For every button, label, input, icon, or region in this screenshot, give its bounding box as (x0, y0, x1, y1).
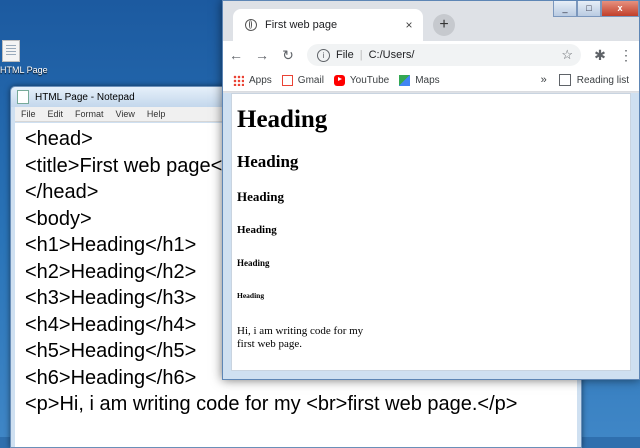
document-icon (2, 40, 20, 62)
window-controls: _ □ x (553, 1, 639, 17)
paragraph-line-1: Hi, i am writing code for my (237, 325, 364, 337)
window-frame-left (223, 93, 231, 379)
bookmark-label: Gmail (297, 74, 324, 86)
bookmark-apps[interactable]: Apps (233, 74, 272, 86)
browser-toolbar: ← → ↻ i File | C:/Users/ ☆ ✱ ⋮ (223, 41, 639, 69)
desktop-icon-label: HTML Page (0, 65, 48, 75)
info-icon[interactable]: i (317, 48, 330, 62)
menu-edit[interactable]: Edit (42, 109, 70, 119)
bookmark-gmail[interactable]: Gmail (281, 74, 324, 86)
minimize-button[interactable]: _ (553, 1, 577, 17)
maximize-button[interactable]: □ (577, 1, 601, 17)
menu-file[interactable]: File (15, 109, 42, 119)
page-heading-h1: Heading (237, 106, 328, 133)
menu-view[interactable]: View (110, 109, 141, 119)
window-frame-right (631, 93, 639, 379)
page-viewport: Heading Heading Heading Heading Heading … (231, 93, 631, 371)
code-line: <p>Hi, i am writing code for my <br>firs… (25, 393, 518, 415)
page-heading-h4: Heading (237, 224, 277, 236)
page-heading-h2: Heading (237, 152, 299, 171)
bookmark-maps[interactable]: Maps (399, 74, 440, 86)
apps-grid-icon (233, 74, 244, 86)
page-paragraph: Hi, i am writing code for my first web pa… (237, 325, 630, 351)
address-scheme-label: File (336, 49, 354, 61)
window-frame-bottom (223, 371, 639, 379)
page-heading-h3: Heading (237, 189, 284, 204)
forward-arrow-icon[interactable]: → (249, 47, 275, 63)
bookmark-label: Maps (415, 74, 440, 86)
bookmark-label: YouTube (349, 74, 390, 86)
notepad-icon (17, 90, 29, 104)
bookmark-label: Apps (249, 74, 272, 86)
bookmarks-bar: Apps Gmail YouTube Maps » Reading list (223, 69, 639, 92)
youtube-icon (333, 74, 345, 86)
more-bookmarks-chevron-icon[interactable]: » (541, 74, 547, 86)
browser-window: First web page × + _ □ x ← → ↻ i File | … (222, 0, 640, 380)
menu-format[interactable]: Format (69, 109, 110, 119)
extensions-puzzle-icon[interactable]: ✱ (587, 47, 613, 64)
bookmark-star-icon[interactable]: ☆ (561, 47, 573, 63)
tab-close-icon[interactable]: × (401, 18, 417, 32)
globe-icon (245, 19, 257, 31)
tab-strip: First web page × + _ □ x (223, 1, 639, 41)
tab-first-web-page[interactable]: First web page × (233, 9, 423, 41)
desktop-icon-html-page[interactable]: HTML Page (0, 40, 48, 75)
notepad-title: HTML Page - Notepad (35, 91, 135, 103)
maps-icon (399, 74, 411, 86)
address-bar[interactable]: i File | C:/Users/ ☆ (307, 44, 581, 66)
paragraph-line-2: first web page. (237, 338, 303, 350)
close-button[interactable]: x (601, 1, 639, 17)
page-heading-h6: Heading (237, 291, 265, 300)
menu-help[interactable]: Help (141, 109, 172, 119)
tab-title: First web page (265, 19, 338, 31)
bookmarks-right: » Reading list (541, 74, 629, 86)
back-arrow-icon[interactable]: ← (223, 47, 249, 63)
address-path: C:/Users/ (368, 49, 415, 61)
reading-list-label[interactable]: Reading list (577, 75, 629, 86)
page-heading-h5: Heading (237, 258, 270, 268)
reading-list-icon[interactable] (558, 74, 571, 86)
gmail-icon (281, 74, 293, 86)
bookmark-youtube[interactable]: YouTube (333, 74, 390, 86)
address-separator: | (359, 49, 363, 61)
new-tab-button[interactable]: + (433, 14, 455, 36)
menu-kebab-icon[interactable]: ⋮ (613, 47, 639, 64)
reload-icon[interactable]: ↻ (275, 47, 301, 64)
